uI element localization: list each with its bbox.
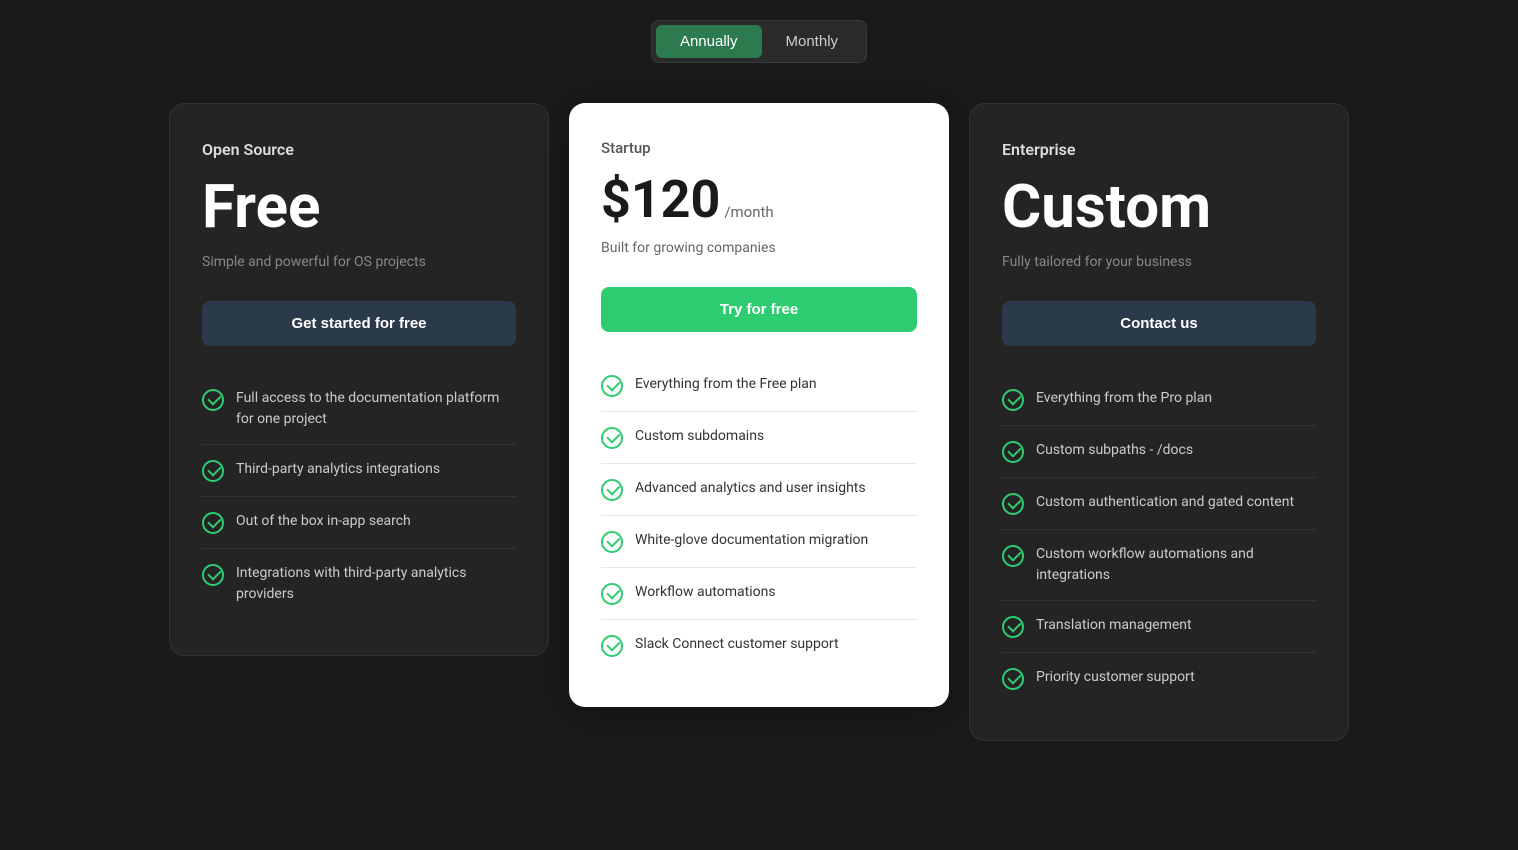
startup-card: Startup $120 /month Built for growing co… xyxy=(569,103,949,707)
enterprise-description: Fully tailored for your business xyxy=(1002,252,1316,273)
check-icon xyxy=(1002,441,1024,463)
list-item: Everything from the Free plan xyxy=(601,360,917,412)
check-icon xyxy=(1002,616,1024,638)
pricing-container: Open Source Free Simple and powerful for… xyxy=(79,103,1439,741)
list-item: Third-party analytics integrations xyxy=(202,445,516,497)
check-icon xyxy=(601,375,623,397)
list-item: Custom subpaths - /docs xyxy=(1002,426,1316,478)
check-icon xyxy=(1002,389,1024,411)
billing-toggle: Annually Monthly xyxy=(651,20,867,63)
list-item: Out of the box in-app search xyxy=(202,497,516,549)
list-item: Everything from the Pro plan xyxy=(1002,374,1316,426)
monthly-toggle-btn[interactable]: Monthly xyxy=(762,25,863,58)
list-item: White-glove documentation migration xyxy=(601,516,917,568)
open-source-description: Simple and powerful for OS projects xyxy=(202,252,516,273)
list-item: Translation management xyxy=(1002,601,1316,653)
check-icon xyxy=(601,479,623,501)
enterprise-cta-button[interactable]: Contact us xyxy=(1002,301,1316,346)
startup-cta-button[interactable]: Try for free xyxy=(601,287,917,332)
startup-plan-label: Startup xyxy=(601,139,917,157)
startup-price-row: $120 /month xyxy=(601,169,917,230)
startup-features-list: Everything from the Free plan Custom sub… xyxy=(601,360,917,671)
annually-toggle-btn[interactable]: Annually xyxy=(656,25,762,58)
open-source-features-list: Full access to the documentation platfor… xyxy=(202,374,516,619)
check-icon xyxy=(601,427,623,449)
check-icon xyxy=(202,512,224,534)
check-icon xyxy=(202,564,224,586)
list-item: Custom authentication and gated content xyxy=(1002,478,1316,530)
open-source-plan-label: Open Source xyxy=(202,140,516,159)
list-item: Full access to the documentation platfor… xyxy=(202,374,516,445)
list-item: Custom subdomains xyxy=(601,412,917,464)
enterprise-price: Custom xyxy=(1002,171,1316,242)
enterprise-plan-label: Enterprise xyxy=(1002,140,1316,159)
check-icon xyxy=(601,583,623,605)
enterprise-features-list: Everything from the Pro plan Custom subp… xyxy=(1002,374,1316,704)
check-icon xyxy=(1002,493,1024,515)
check-icon xyxy=(1002,668,1024,690)
open-source-card: Open Source Free Simple and powerful for… xyxy=(169,103,549,656)
check-icon xyxy=(601,635,623,657)
check-icon xyxy=(202,460,224,482)
open-source-cta-button[interactable]: Get started for free xyxy=(202,301,516,346)
startup-price-period: /month xyxy=(724,203,773,221)
list-item: Slack Connect customer support xyxy=(601,620,917,671)
check-icon xyxy=(1002,545,1024,567)
open-source-price: Free xyxy=(202,171,516,242)
list-item: Advanced analytics and user insights xyxy=(601,464,917,516)
list-item: Integrations with third-party analytics … xyxy=(202,549,516,619)
check-icon xyxy=(601,531,623,553)
enterprise-card: Enterprise Custom Fully tailored for you… xyxy=(969,103,1349,741)
list-item: Workflow automations xyxy=(601,568,917,620)
startup-price-amount: $120 xyxy=(601,169,720,230)
startup-description: Built for growing companies xyxy=(601,238,917,259)
list-item: Priority customer support xyxy=(1002,653,1316,704)
check-icon xyxy=(202,389,224,411)
list-item: Custom workflow automations and integrat… xyxy=(1002,530,1316,601)
